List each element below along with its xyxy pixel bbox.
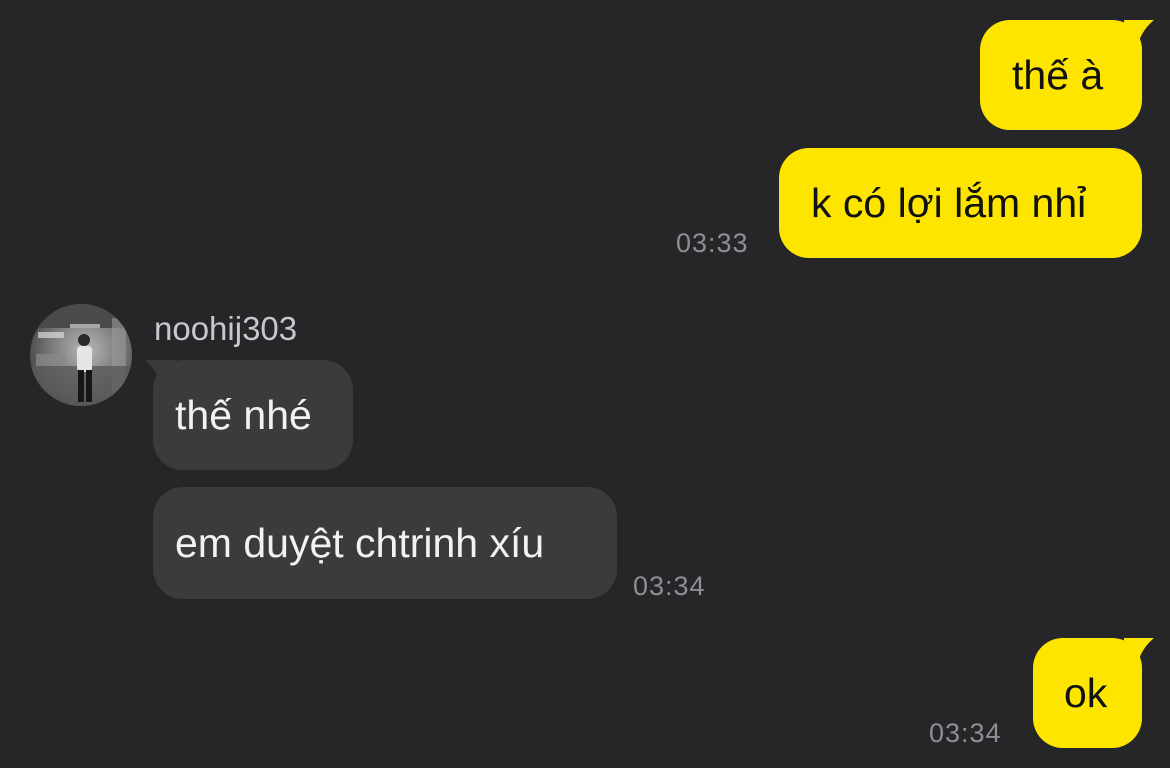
incoming-message-bubble[interactable]: thế nhé [153, 360, 353, 470]
message-text: em duyệt chtrinh xíu [175, 519, 545, 566]
outgoing-message-bubble[interactable]: thế à [980, 20, 1142, 130]
message-text: thế à [1012, 51, 1104, 98]
avatar-photo-icon [30, 304, 132, 406]
outgoing-message-bubble[interactable]: k có lợi lắm nhỉ [779, 148, 1142, 258]
message-timestamp: 03:33 [676, 228, 749, 258]
bubble-tail-icon [1124, 638, 1154, 662]
bubble-tail-icon [1124, 20, 1154, 44]
bubble-tail-icon [145, 360, 175, 384]
message-timestamp: 03:34 [929, 718, 1002, 748]
chat-view: thế à k có lợi lắm nhỉ 03:33 noohij303 t… [0, 0, 1170, 768]
message-text: thế nhé [175, 391, 312, 438]
sender-avatar[interactable] [30, 304, 132, 406]
message-timestamp: 03:34 [633, 571, 706, 601]
message-text: k có lợi lắm nhỉ [811, 179, 1087, 226]
message-text: ok [1064, 669, 1108, 716]
sender-name: noohij303 [154, 310, 298, 347]
incoming-message-bubble[interactable]: em duyệt chtrinh xíu [153, 487, 617, 599]
